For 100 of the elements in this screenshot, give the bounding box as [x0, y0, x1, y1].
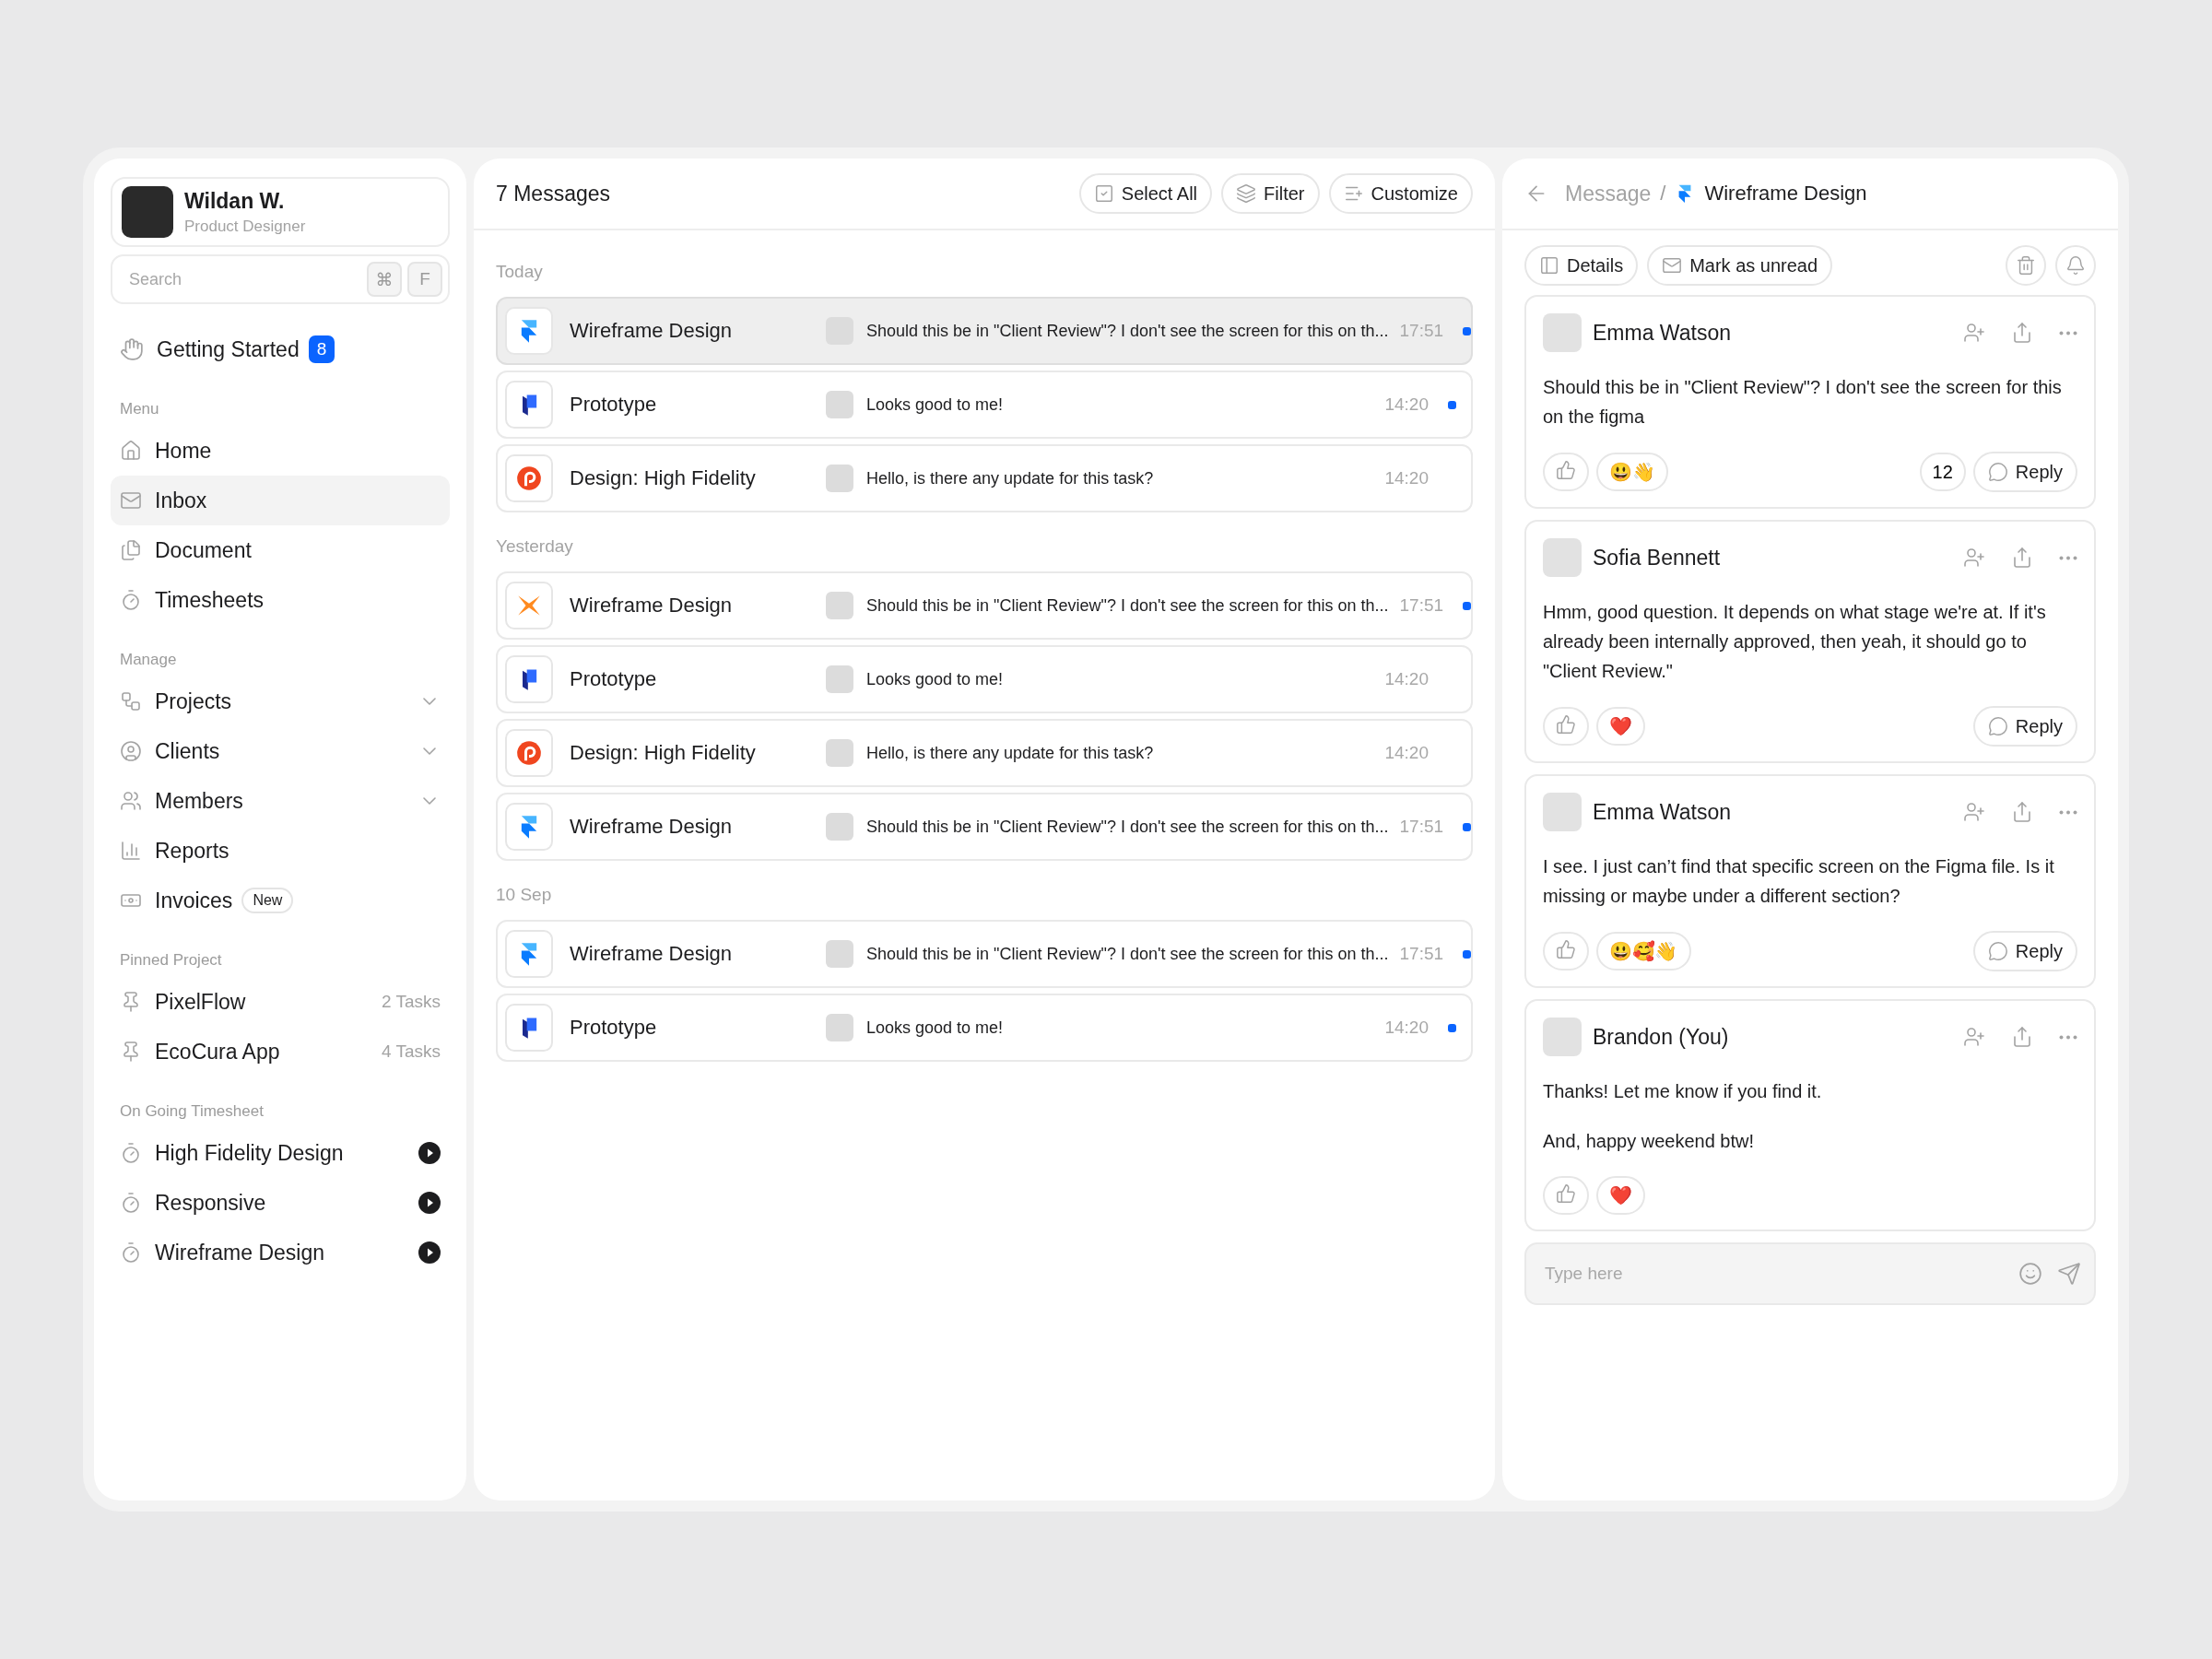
add-user-button[interactable]	[1963, 322, 1985, 344]
search-input[interactable]: Search	[127, 268, 361, 290]
delete-button[interactable]	[2006, 245, 2046, 286]
more-icon	[2059, 809, 2077, 815]
more-button[interactable]	[2059, 809, 2077, 815]
nav-item[interactable]: Members	[111, 776, 450, 826]
toolbar-button[interactable]: Filter	[1221, 173, 1320, 214]
message-row[interactable]: Wireframe Design Should this be in "Client Review"? I don't see the screen for this on th... 17:51	[496, 793, 1473, 861]
nav-item[interactable]: Responsive	[111, 1178, 450, 1228]
nav-item[interactable]: Home	[111, 426, 450, 476]
share-button[interactable]	[2011, 547, 2033, 569]
nav-item[interactable]: Invoices New	[111, 876, 450, 925]
more-button[interactable]	[2059, 555, 2077, 560]
share-button[interactable]	[2011, 1026, 2033, 1048]
message-input-text[interactable]: Type here	[1543, 1263, 2004, 1285]
message-input[interactable]: Type here	[1524, 1242, 2096, 1305]
play-icon[interactable]	[418, 1142, 441, 1164]
toolbar-button[interactable]: Customize	[1328, 173, 1473, 214]
send-icon[interactable]	[2057, 1262, 2081, 1286]
author-name: Brandon (You)	[1593, 1024, 1730, 1050]
add-user-button[interactable]	[1963, 801, 1985, 823]
nav-label: Members	[155, 788, 243, 814]
reply-button[interactable]: Reply	[1972, 931, 2077, 971]
section-title: Manage	[120, 651, 178, 669]
message-row[interactable]: Design: High Fidelity Hello, is there any update for this task? 14:20	[496, 444, 1473, 512]
nav-item[interactable]: Timesheets	[111, 575, 450, 625]
message-preview: Should this be in "Client Review"? I don't see the screen for this on th...	[866, 817, 1389, 837]
message-row[interactable]: Prototype Looks good to me! 14:20	[496, 371, 1473, 439]
message-row[interactable]: Design: High Fidelity Hello, is there any update for this task? 14:20	[496, 719, 1473, 787]
message-time: 14:20	[1383, 1018, 1429, 1038]
share-button[interactable]	[2011, 322, 2033, 344]
count-badge: 8	[308, 335, 335, 363]
user-name: Wildan W.	[184, 188, 286, 214]
reply-count[interactable]: 12	[1919, 453, 1966, 491]
nav-item[interactable]: High Fidelity Design	[111, 1128, 450, 1178]
emoji-reaction[interactable]: ❤	[1596, 707, 1645, 746]
envelope-icon	[120, 489, 142, 512]
nav-label: Responsive	[155, 1190, 266, 1216]
toolbar-button[interactable]: Select All	[1078, 173, 1213, 214]
message-preview: Should this be in "Client Review"? I don't see the screen for this on th...	[866, 944, 1389, 964]
message-time: 14:20	[1383, 394, 1429, 415]
nav-item[interactable]: Wireframe Design	[111, 1228, 450, 1277]
task-count: 2 Tasks	[381, 992, 441, 1012]
nav-label: Home	[155, 438, 212, 464]
share-button[interactable]	[2011, 801, 2033, 823]
nav-item[interactable]: EcoCura App 4 Tasks	[111, 1027, 450, 1077]
add-user-button[interactable]	[1963, 547, 1985, 569]
message-time: 14:20	[1383, 669, 1429, 689]
trash-icon	[2016, 255, 2036, 276]
more-button[interactable]	[2059, 330, 2077, 335]
speech-bubble-icon	[1987, 941, 2008, 961]
users-icon	[120, 790, 142, 812]
nodes-icon	[120, 690, 142, 712]
envelope-icon	[1662, 255, 1683, 276]
play-icon[interactable]	[418, 1192, 441, 1214]
play-icon[interactable]	[418, 1241, 441, 1264]
toolbar-button[interactable]: Details	[1524, 245, 1639, 286]
nav-item[interactable]: Getting Started 8	[111, 324, 450, 374]
nav-item[interactable]: Inbox	[111, 476, 450, 525]
shortcut-key: F	[407, 262, 442, 297]
smiley-icon[interactable]	[2018, 1262, 2042, 1286]
avatar	[1543, 1018, 1582, 1056]
like-button[interactable]	[1543, 1176, 1589, 1215]
avatar	[1543, 538, 1582, 577]
message-row[interactable]: Wireframe Design Should this be in "Client Review"? I don't see the screen for this on th... 17:51	[496, 297, 1473, 365]
date-label: 10 Sep	[496, 885, 553, 905]
author-name: Emma Watson	[1593, 799, 1732, 825]
section-title: On Going Timesheet	[120, 1102, 265, 1121]
user-role: Product Designer	[184, 217, 306, 236]
profile-card[interactable]: Wildan W. Product Designer	[111, 177, 450, 247]
message-title: Wireframe Design	[570, 594, 734, 618]
message-text: Thanks! Let me know if you find it.	[1543, 1080, 1823, 1103]
layers-icon	[1236, 183, 1257, 204]
emoji-reaction[interactable]: ❤	[1596, 1176, 1645, 1215]
like-button[interactable]	[1543, 707, 1589, 746]
stopwatch-icon	[120, 589, 142, 611]
nav-item[interactable]: Reports	[111, 826, 450, 876]
share-icon	[2011, 1026, 2033, 1048]
toolbar-button[interactable]: Mark as unread	[1647, 245, 1833, 286]
message-row[interactable]: Wireframe Design Should this be in "Client Review"? I don't see the screen for this on th... 17:51	[496, 571, 1473, 640]
nav-item[interactable]: Projects	[111, 677, 450, 726]
message-title: Wireframe Design	[570, 319, 734, 343]
user-plus-icon	[1963, 1026, 1985, 1048]
panel-icon	[1539, 255, 1559, 276]
message-row[interactable]: Prototype Looks good to me! 14:20	[496, 645, 1473, 713]
message-row[interactable]: Wireframe Design Should this be in "Client Review"? I don't see the screen for this on th... 17:51	[496, 920, 1473, 988]
nav-item[interactable]: Document	[111, 525, 450, 575]
nav-item[interactable]: Clients	[111, 726, 450, 776]
message-text: Should this be in "Client Review"? I don't see the screen for this on the figma	[1543, 376, 2063, 429]
like-button[interactable]	[1543, 932, 1589, 971]
avatar	[826, 592, 853, 619]
reply-button[interactable]: Reply	[1972, 452, 2077, 492]
hand-icon	[120, 337, 144, 361]
reply-button[interactable]: Reply	[1972, 706, 2077, 747]
nav-item[interactable]: PixelFlow 2 Tasks	[111, 977, 450, 1027]
like-button[interactable]	[1543, 453, 1589, 491]
message-row[interactable]: Prototype Looks good to me! 14:20	[496, 994, 1473, 1062]
more-button[interactable]	[2059, 1034, 2077, 1040]
notifications-button[interactable]	[2055, 245, 2096, 286]
add-user-button[interactable]	[1963, 1026, 1985, 1048]
